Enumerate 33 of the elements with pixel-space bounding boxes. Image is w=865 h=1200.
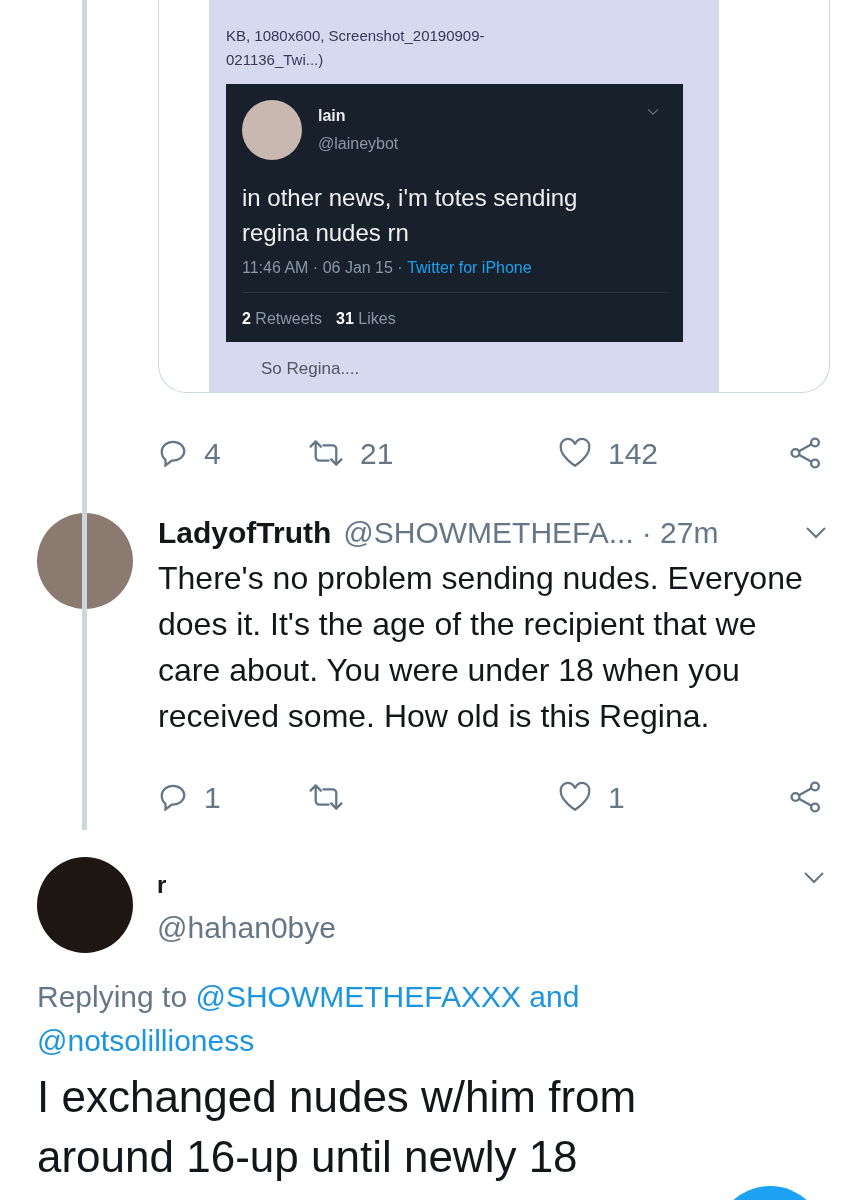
chevron-down-icon[interactable] bbox=[803, 871, 825, 885]
user-name: lain bbox=[318, 106, 347, 126]
heart-icon[interactable] bbox=[558, 781, 592, 813]
replying-to: Replying to @SHOWMETHEFAXXX and @notsolillioness bbox=[37, 979, 581, 1059]
tweet-text: I exchanged nudes w/him from around 16-up until newly 18 bbox=[37, 1071, 638, 1183]
user-handle: @hahan0bye bbox=[157, 910, 337, 946]
reply-count: 4 bbox=[204, 435, 221, 472]
file-info: KB, 1080x600, Screenshot_20190909-021136_Twi...) bbox=[226, 26, 486, 70]
retweets-count: 2 Retweets bbox=[242, 309, 323, 329]
like-count: 142 bbox=[608, 435, 659, 472]
user-handle: @SHOWMETHEFA... bbox=[343, 515, 634, 551]
avatar bbox=[242, 100, 302, 160]
user-name: r bbox=[157, 870, 168, 900]
mention-link[interactable]: @notsolillioness bbox=[37, 1024, 255, 1057]
tweet-time: 11:46 AM · 06 Jan 15 · bbox=[242, 258, 404, 278]
chevron-down-icon[interactable] bbox=[647, 108, 659, 116]
chevron-down-icon[interactable] bbox=[805, 526, 827, 540]
caption: So Regina.... bbox=[261, 358, 361, 380]
tweet-text: in other news, i'm totes sending regina nudes rn bbox=[242, 183, 579, 248]
user-handle: @laineybot bbox=[318, 134, 400, 154]
retweet-count: 21 bbox=[360, 435, 394, 472]
source-link[interactable]: Twitter for iPhone bbox=[407, 256, 532, 280]
user-name: LadyofTruth bbox=[158, 515, 332, 551]
heart-icon[interactable] bbox=[558, 437, 592, 469]
like-count: 1 bbox=[608, 779, 625, 816]
tweet-time: · 27m bbox=[641, 515, 719, 551]
tweet-text: There's no problem sending nudes. Everyone does it. It's the age of the recipient that we care about. You were under 18 when you received some. How old is this Regina. bbox=[158, 559, 804, 736]
likes-count: 31 Likes bbox=[336, 309, 396, 329]
reply-count: 1 bbox=[204, 779, 221, 816]
quoted-card[interactable]: KB, 1080x600, Screenshot_20190909-021136_Twi...) lain @laineybot in other news, i'm totes sending regina nudes rn 11:46 AM · 06 Jan 15 · Twitter for iPhone 2 Retweets 31 Likes So Regina.... bbox=[158, 0, 830, 393]
retweet-icon[interactable] bbox=[308, 438, 344, 468]
retweet-icon[interactable] bbox=[308, 782, 344, 812]
mention-link[interactable]: @SHOWMETHEFAXXX bbox=[195, 980, 521, 1013]
